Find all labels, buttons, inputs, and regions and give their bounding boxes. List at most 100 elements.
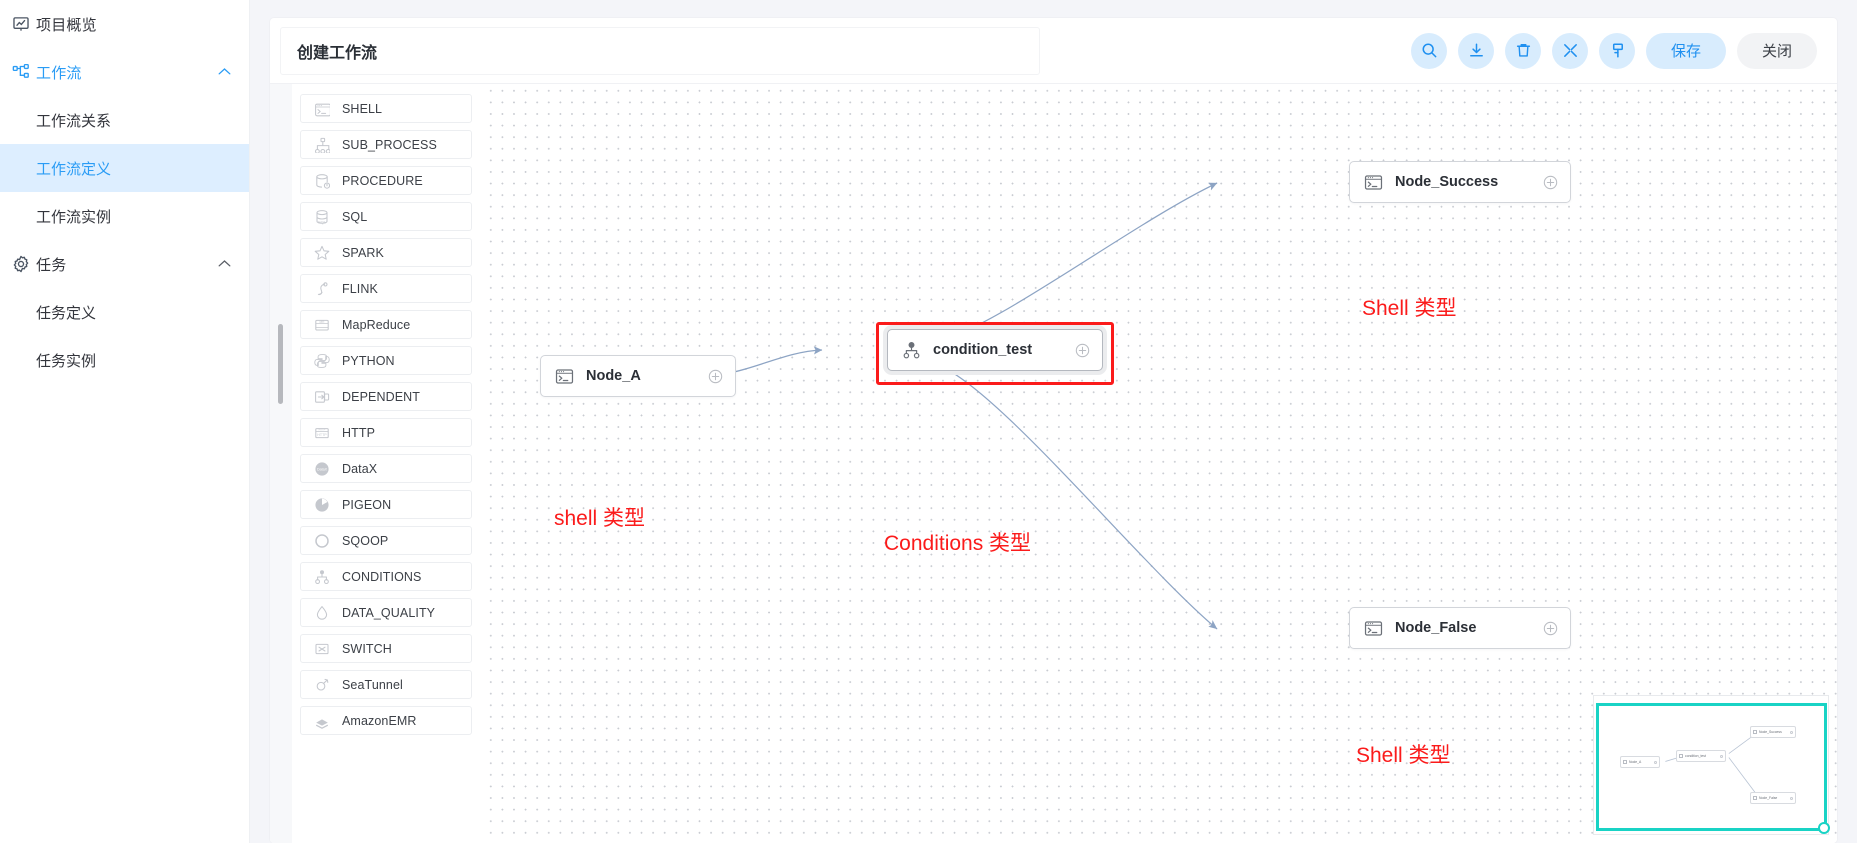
format-button[interactable] <box>1599 32 1635 69</box>
palette-scrollbar-track[interactable] <box>270 84 292 843</box>
chevron-up-icon[interactable] <box>218 65 231 78</box>
palette-item-mapreduce[interactable]: MR MapReduce <box>300 310 472 339</box>
palette-item-pigeon[interactable]: PIGEON <box>300 490 472 519</box>
sidebar-item-workflow[interactable]: 工作流 <box>0 48 249 96</box>
amazon-emr-icon <box>313 712 330 729</box>
minimap-node: Node_False <box>1750 792 1796 804</box>
palette-item-label: SHELL <box>342 101 383 116</box>
python-icon <box>313 352 330 369</box>
app-root: 项目概览 工作流 工作流关系 工作流定义 工作流实例 任务 任务定义 任务实例 … <box>0 0 1857 843</box>
edge-condition-to-false <box>935 363 1218 630</box>
spark-icon <box>313 244 330 261</box>
editor-header: 创建工作流 保存 关闭 <box>270 18 1837 84</box>
palette-item-dependent[interactable]: DEPENDENT <box>300 382 472 411</box>
terminal-icon <box>554 366 575 387</box>
palette-item-flink[interactable]: FLINK <box>300 274 472 303</box>
palette-item-label: PROCEDURE <box>342 173 423 188</box>
procedure-icon <box>313 172 330 189</box>
palette-item-data-quality[interactable]: DATA_QUALITY <box>300 598 472 627</box>
delete-button[interactable] <box>1505 32 1541 69</box>
sidebar-item-task[interactable]: 任务 <box>0 240 249 288</box>
palette-item-label: DATA_QUALITY <box>342 605 436 620</box>
fullscreen-button[interactable] <box>1552 32 1588 69</box>
palette-item-switch[interactable]: SWITCH <box>300 634 472 663</box>
edge-condition-to-success <box>935 182 1218 343</box>
sidebar-item-workflow-definition[interactable]: 工作流定义 <box>0 144 249 192</box>
sidebar-label: 任务 <box>36 256 67 274</box>
canvas-node-condition-test[interactable]: condition_test <box>887 329 1103 371</box>
palette-item-label: SQOOP <box>342 533 389 548</box>
gear-icon <box>6 255 36 273</box>
pigeon-icon <box>313 496 330 513</box>
save-button[interactable]: 保存 <box>1646 32 1726 69</box>
add-downstream-icon[interactable] <box>708 369 723 384</box>
palette-item-label: FLINK <box>342 281 378 296</box>
palette-item-datax[interactable]: DataX DataX <box>300 454 472 483</box>
palette-item-label: DEPENDENT <box>342 389 420 404</box>
palette-scrollbar-thumb[interactable] <box>278 324 283 404</box>
palette-item-label: DataX <box>342 461 378 476</box>
workflow-canvas[interactable]: Node_A condition_test Node_Success Node_… <box>484 84 1837 843</box>
svg-text:DataX: DataX <box>317 467 328 471</box>
data-quality-icon <box>313 604 330 621</box>
svg-text:MR: MR <box>319 319 325 323</box>
workflow-name-field[interactable]: 创建工作流 <box>280 26 1040 75</box>
main-area: 创建工作流 保存 关闭 SHELL SUB_PROCESS PROCEDURE … <box>250 0 1857 843</box>
node-label: condition_test <box>933 342 1033 358</box>
sidebar-item-task-instance[interactable]: 任务实例 <box>0 336 249 384</box>
minimap-node-label: condition_test <box>1685 754 1706 758</box>
palette-item-label: SeaTunnel <box>342 677 403 692</box>
terminal-icon <box>1363 172 1384 193</box>
minimap-node-icon <box>1753 730 1757 734</box>
add-downstream-icon[interactable] <box>1543 621 1558 636</box>
http-icon: HTTP HTTP <box>313 424 330 441</box>
palette-item-sql[interactable]: SQL SQL <box>300 202 472 231</box>
download-button[interactable] <box>1458 32 1494 69</box>
sidebar-item-workflow-instance[interactable]: 工作流实例 <box>0 192 249 240</box>
palette-item-procedure[interactable]: PROCEDURE <box>300 166 472 195</box>
flink-icon <box>313 280 330 297</box>
palette-item-label: SPARK <box>342 245 384 260</box>
close-button[interactable]: 关闭 <box>1737 32 1817 69</box>
palette-item-conditions[interactable]: CONDITIONS <box>300 562 472 591</box>
palette-list: SHELL SUB_PROCESS PROCEDURE SQL SQL SPARK FLIN… <box>292 84 484 843</box>
minimap-node: condition_test <box>1676 750 1726 762</box>
switch-icon <box>313 640 330 657</box>
palette-item-shell[interactable]: SHELL <box>300 94 472 123</box>
canvas-node-node-a[interactable]: Node_A <box>540 355 736 397</box>
node-label: Node_False <box>1395 620 1477 636</box>
sidebar-item-project-overview[interactable]: 项目概览 <box>0 0 249 48</box>
minimap-node-icon <box>1623 760 1627 764</box>
canvas-node-node-success[interactable]: Node_Success <box>1349 161 1571 203</box>
palette-item-sub-process[interactable]: SUB_PROCESS <box>300 130 472 159</box>
terminal-icon <box>313 100 330 117</box>
palette-item-seatunnel[interactable]: SeaTunnel <box>300 670 472 699</box>
palette-item-amazonemr[interactable]: AmazonEMR <box>300 706 472 735</box>
minimap-node-dot <box>1654 760 1657 764</box>
palette-item-spark[interactable]: SPARK <box>300 238 472 267</box>
palette-item-sqoop[interactable]: SQOOP <box>300 526 472 555</box>
page-title: 创建工作流 <box>297 44 378 62</box>
canvas-minimap[interactable]: Node_A condition_test Node_Success Node_… <box>1593 695 1830 835</box>
palette-item-label: SWITCH <box>342 641 392 656</box>
palette-item-python[interactable]: PYTHON <box>300 346 472 375</box>
svg-text:SQL: SQL <box>317 219 326 224</box>
palette-item-label: PYTHON <box>342 353 395 368</box>
svg-text:HTTP: HTTP <box>317 433 327 437</box>
workflow-editor-panel: 创建工作流 保存 关闭 SHELL SUB_PROCESS PROCEDURE … <box>270 18 1837 843</box>
sidebar-sublabel: 工作流实例 <box>36 208 112 226</box>
add-downstream-icon[interactable] <box>1543 175 1558 190</box>
conditions-icon <box>313 568 330 585</box>
annotation-shell-node-a: shell 类型 <box>554 507 646 530</box>
sidebar-sublabel: 工作流关系 <box>36 112 112 130</box>
chevron-up-icon[interactable] <box>218 257 231 270</box>
sidebar-item-task-definition[interactable]: 任务定义 <box>0 288 249 336</box>
sidebar-item-workflow-relation[interactable]: 工作流关系 <box>0 96 249 144</box>
sidebar-sublabel: 任务定义 <box>36 304 97 322</box>
palette-item-label: MapReduce <box>342 317 411 332</box>
add-downstream-icon[interactable] <box>1075 343 1090 358</box>
canvas-node-node-false[interactable]: Node_False <box>1349 607 1571 649</box>
conditions-icon <box>901 340 922 361</box>
search-button[interactable] <box>1411 32 1447 69</box>
palette-item-http[interactable]: HTTP HTTP HTTP <box>300 418 472 447</box>
